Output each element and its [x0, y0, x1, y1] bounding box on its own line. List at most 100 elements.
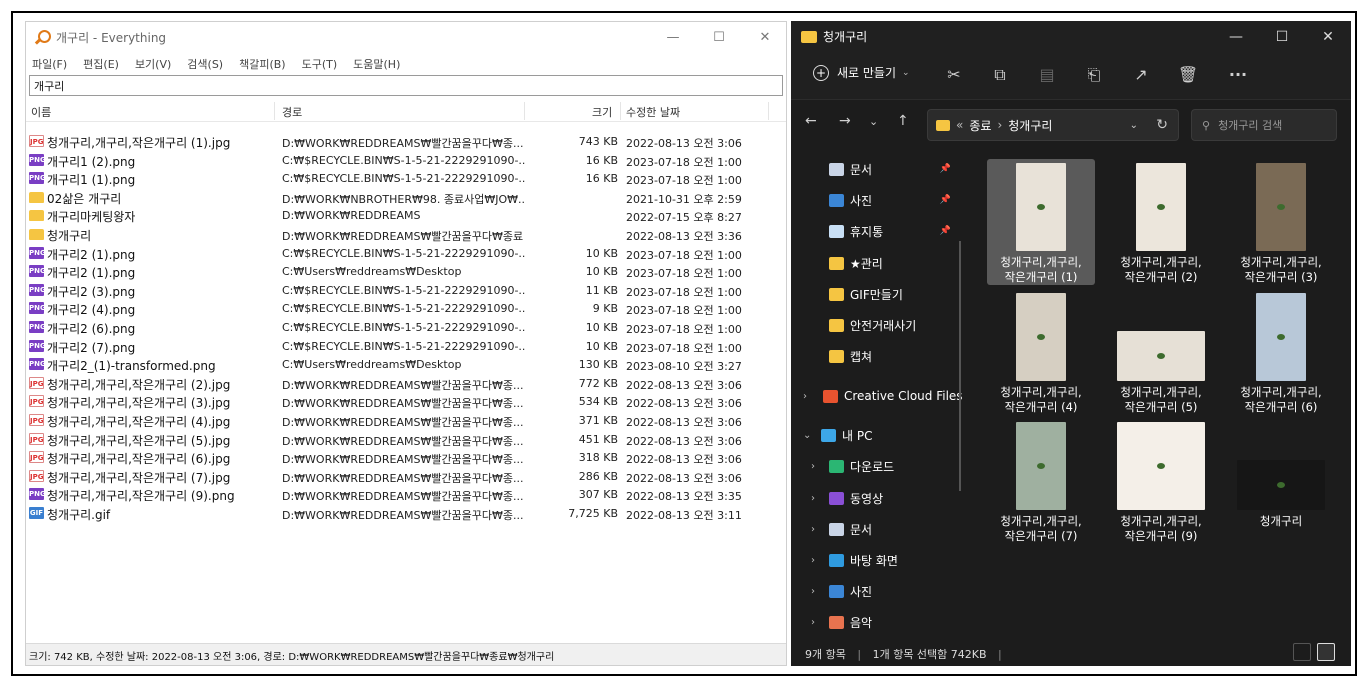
menu-edit[interactable]: 편집(E)	[81, 56, 121, 72]
chevron-right-icon[interactable]: ›	[811, 586, 815, 597]
column-name[interactable]: 이름	[31, 104, 51, 120]
menu-help[interactable]: 도움말(H)	[351, 56, 402, 72]
maximize-button[interactable]: ☐	[1259, 21, 1305, 52]
table-row[interactable]: PNG 개구리2 (7).png C:₩$RECYCLE.BIN₩S-1-5-21-…	[26, 337, 786, 356]
paste-icon[interactable]: ▤	[1036, 64, 1058, 86]
column-divider[interactable]	[620, 102, 621, 120]
column-divider[interactable]	[274, 102, 275, 120]
table-row[interactable]: JPG 청개구리,개구리,작은개구리 (2).jpg D:₩WORK₩REDDREA…	[26, 374, 786, 393]
sidebar-item[interactable]: › 문서	[791, 517, 971, 541]
table-row[interactable]: JPG 청개구리,개구리,작은개구리 (6).jpg D:₩WORK₩REDDREA…	[26, 448, 786, 467]
recent-locations-icon[interactable]: ⌄	[869, 115, 878, 128]
forward-icon[interactable]: →	[839, 113, 851, 129]
rename-icon[interactable]: ⎗	[1083, 64, 1105, 86]
refresh-icon[interactable]: ↻	[1156, 117, 1168, 133]
table-row[interactable]: PNG 개구리1 (2).png C:₩$RECYCLE.BIN₩S-1-5-21-…	[26, 151, 786, 170]
table-row[interactable]: PNG 개구리2 (1).png C:₩$RECYCLE.BIN₩S-1-5-21-…	[26, 244, 786, 263]
table-row[interactable]: JPG 청개구리,개구리,작은개구리 (7).jpg D:₩WORK₩REDDREA…	[26, 467, 786, 486]
table-row[interactable]: JPG 청개구리,개구리,작은개구리 (5).jpg D:₩WORK₩REDDREA…	[26, 430, 786, 449]
table-row[interactable]: PNG 청개구리,개구리,작은개구리 (9).png D:₩WORK₩REDDREA…	[26, 485, 786, 504]
breadcrumb-current[interactable]: 청개구리	[1008, 117, 1052, 134]
copy-icon[interactable]: ⧉	[989, 64, 1011, 86]
column-date[interactable]: 수정한 날짜	[626, 104, 680, 120]
up-icon[interactable]: ↑	[897, 113, 909, 129]
explorer-titlebar[interactable]: 청개구리 — ☐ ✕	[791, 21, 1351, 52]
file-thumbnail[interactable]: 청개구리,개구리, 작은개구리 (9)	[1107, 418, 1215, 544]
details-view-icon[interactable]	[1293, 643, 1311, 661]
back-icon[interactable]: ←	[805, 113, 817, 129]
sidebar-item[interactable]: 사진 📌	[791, 188, 971, 212]
chevron-right-icon[interactable]: ›	[811, 493, 815, 504]
column-divider[interactable]	[524, 102, 525, 120]
file-path: D:₩WORK₩REDDREAMS₩빨간꿈을꾸다₩종...	[282, 508, 524, 522]
sidebar-item[interactable]: GIF만들기	[791, 282, 971, 306]
share-icon[interactable]: ↗	[1130, 64, 1152, 86]
chevron-down-icon[interactable]: ⌄	[803, 430, 811, 441]
chevron-down-icon[interactable]: ⌄	[1130, 120, 1138, 131]
chevron-right-icon[interactable]: ›	[803, 391, 807, 402]
column-divider[interactable]	[768, 102, 769, 120]
chevron-right-icon[interactable]: ›	[811, 524, 815, 535]
menu-file[interactable]: 파일(F)	[30, 56, 69, 72]
file-thumbnail[interactable]: 청개구리,개구리, 작은개구리 (5)	[1107, 289, 1215, 415]
close-button[interactable]: ✕	[1305, 21, 1351, 52]
sidebar-item[interactable]: › 다운로드	[791, 454, 971, 478]
menu-tools[interactable]: 도구(T)	[300, 56, 340, 72]
table-row[interactable]: 청개구리 D:₩WORK₩REDDREAMS₩빨간꿈을꾸다₩종료 2022-08-1…	[26, 225, 786, 244]
sidebar-item[interactable]: 안전거래사기	[791, 313, 971, 337]
table-row[interactable]: PNG 개구리2 (3).png C:₩$RECYCLE.BIN₩S-1-5-21-…	[26, 281, 786, 300]
chevron-right-icon[interactable]: ›	[811, 617, 815, 628]
breadcrumb-overflow[interactable]: «	[956, 118, 963, 132]
table-row[interactable]: PNG 개구리2 (4).png C:₩$RECYCLE.BIN₩S-1-5-21-…	[26, 299, 786, 318]
cut-icon[interactable]: ✂	[943, 64, 965, 86]
table-row[interactable]: GIF 청개구리.gif D:₩WORK₩REDDREAMS₩빨간꿈을꾸다₩종...…	[26, 504, 786, 523]
sidebar-item[interactable]: 캡쳐	[791, 344, 971, 368]
address-bar[interactable]: « 종료 › 청개구리 ⌄ ↻	[927, 109, 1179, 141]
navigation-scrollbar[interactable]	[959, 241, 961, 491]
file-thumbnail[interactable]: 청개구리,개구리, 작은개구리 (7)	[987, 418, 1095, 544]
table-row[interactable]: PNG 개구리2 (1).png C:₩Users₩reddreams₩Deskto…	[26, 262, 786, 281]
file-thumbnail[interactable]: 청개구리,개구리, 작은개구리 (4)	[987, 289, 1095, 415]
table-row[interactable]: 개구리마케팅왕자 D:₩WORK₩REDDREAMS 2022-07-15 오후 8…	[26, 206, 786, 225]
close-button[interactable]: ✕	[742, 22, 786, 53]
column-path[interactable]: 경로	[282, 104, 302, 120]
sidebar-item[interactable]: › Creative Cloud Files	[791, 384, 971, 408]
file-thumbnail[interactable]: 청개구리,개구리, 작은개구리 (3)	[1227, 159, 1335, 285]
file-thumbnail[interactable]: 청개구리,개구리, 작은개구리 (6)	[1227, 289, 1335, 415]
table-row[interactable]: JPG 청개구리,개구리,작은개구리 (1).jpg D:₩WORK₩REDDREA…	[26, 132, 786, 151]
file-thumbnail[interactable]: 청개구리,개구리, 작은개구리 (2)	[1107, 159, 1215, 285]
sidebar-item[interactable]: › 사진	[791, 579, 971, 603]
chevron-right-icon[interactable]: ›	[811, 461, 815, 472]
search-input[interactable]: 개구리	[29, 75, 783, 96]
table-row[interactable]: JPG 청개구리,개구리,작은개구리 (4).jpg D:₩WORK₩REDDREA…	[26, 411, 786, 430]
menu-view[interactable]: 보기(V)	[133, 56, 173, 72]
sidebar-item[interactable]: ⌄ 내 PC	[791, 423, 971, 447]
delete-icon[interactable]: 🗑	[1177, 64, 1199, 86]
chevron-right-icon[interactable]: ›	[811, 555, 815, 566]
sidebar-item[interactable]: 문서 📌	[791, 157, 971, 181]
search-input[interactable]: ⚲ 청개구리 검색	[1191, 109, 1337, 141]
file-thumbnail[interactable]: 청개구리	[1227, 418, 1335, 544]
sidebar-item[interactable]: 휴지통 📌	[791, 219, 971, 243]
sidebar-item[interactable]: › 바탕 화면	[791, 548, 971, 572]
breadcrumb-parent[interactable]: 종료	[969, 117, 991, 134]
column-size[interactable]: 크기	[592, 104, 612, 120]
file-thumbnail[interactable]: 청개구리,개구리, 작은개구리 (1)	[987, 159, 1095, 285]
table-row[interactable]: 02삶은 개구리 D:₩WORK₩NBROTHER₩98. 종료사업₩JO₩...…	[26, 188, 786, 207]
thumbnail-view-icon[interactable]	[1317, 643, 1335, 661]
sidebar-item[interactable]: › 동영상	[791, 486, 971, 510]
menu-bookmarks[interactable]: 책갈피(B)	[237, 56, 288, 72]
sidebar-item[interactable]: ★관리	[791, 251, 971, 275]
sidebar-item[interactable]: › 음악	[791, 610, 971, 629]
table-row[interactable]: PNG 개구리2_(1)-transformed.png C:₩Users₩redd…	[26, 355, 786, 374]
more-icon[interactable]: ···	[1227, 64, 1249, 86]
table-row[interactable]: JPG 청개구리,개구리,작은개구리 (3).jpg D:₩WORK₩REDDREA…	[26, 392, 786, 411]
menu-search[interactable]: 검색(S)	[185, 56, 225, 72]
table-row[interactable]: PNG 개구리1 (1).png C:₩$RECYCLE.BIN₩S-1-5-21-…	[26, 169, 786, 188]
new-button[interactable]: + 새로 만들기 ⌄	[813, 64, 910, 81]
table-row[interactable]: PNG 개구리2 (6).png C:₩$RECYCLE.BIN₩S-1-5-21-…	[26, 318, 786, 337]
minimize-button[interactable]: —	[650, 22, 696, 53]
everything-titlebar[interactable]: 개구리 - Everything — ☐ ✕	[26, 22, 786, 53]
minimize-button[interactable]: —	[1213, 21, 1259, 52]
maximize-button[interactable]: ☐	[696, 22, 742, 53]
